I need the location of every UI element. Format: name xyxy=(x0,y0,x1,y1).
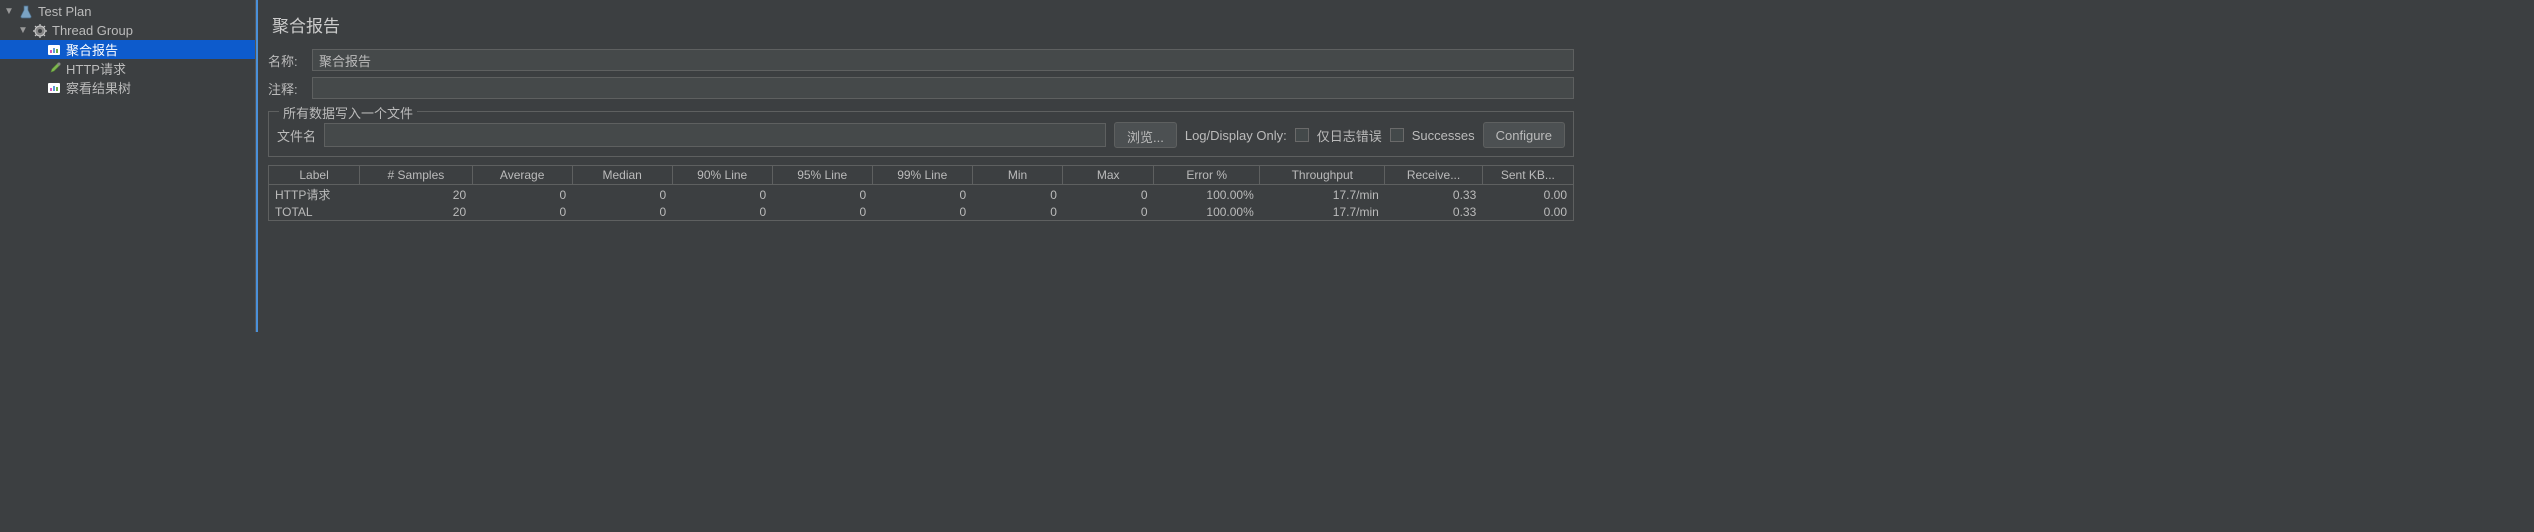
cell-median: 0 xyxy=(572,185,672,205)
table-header-row: Label # Samples Average Median 90% Line … xyxy=(269,166,1573,185)
cell-samples: 20 xyxy=(360,204,473,220)
filename-label: 文件名 xyxy=(277,126,316,145)
tree-label: Test Plan xyxy=(38,4,91,19)
configure-button[interactable]: Configure xyxy=(1483,122,1565,148)
col-sent[interactable]: Sent KB... xyxy=(1482,166,1573,185)
col-95line[interactable]: 95% Line xyxy=(772,166,872,185)
log-display-label: Log/Display Only: xyxy=(1185,128,1287,143)
cell-label: TOTAL xyxy=(269,204,360,220)
tree-node-aggregate-report[interactable]: 聚合报告 xyxy=(0,40,255,59)
name-row: 名称: xyxy=(268,49,1574,71)
cell-p90: 0 xyxy=(672,204,772,220)
cell-error: 100.00% xyxy=(1154,204,1260,220)
cell-recv: 0.33 xyxy=(1385,204,1482,220)
tree-node-results-tree[interactable]: 察看结果树 xyxy=(0,78,255,97)
tree-node-http-request[interactable]: HTTP请求 xyxy=(0,59,255,78)
browse-button[interactable]: 浏览... xyxy=(1114,122,1177,148)
tree-label: 聚合报告 xyxy=(66,40,118,59)
tree-label: HTTP请求 xyxy=(66,59,126,78)
flask-icon xyxy=(17,4,35,20)
cell-p95: 0 xyxy=(772,185,872,205)
filename-input[interactable] xyxy=(324,123,1106,147)
cell-samples: 20 xyxy=(360,185,473,205)
col-recv[interactable]: Receive... xyxy=(1385,166,1482,185)
cell-max: 0 xyxy=(1063,185,1154,205)
gear-icon xyxy=(31,23,49,39)
results-table: Label # Samples Average Median 90% Line … xyxy=(268,165,1574,221)
col-throughput[interactable]: Throughput xyxy=(1260,166,1385,185)
dropper-icon xyxy=(45,61,63,77)
cell-min: 0 xyxy=(972,185,1063,205)
col-median[interactable]: Median xyxy=(572,166,672,185)
name-label: 名称: xyxy=(268,51,312,70)
expand-arrow-icon: ▼ xyxy=(18,25,28,36)
comment-input[interactable] xyxy=(312,77,1574,99)
main-panel: 聚合报告 名称: 注释: 所有数据写入一个文件 文件名 浏览... Log/Di… xyxy=(256,0,1584,332)
cell-median: 0 xyxy=(572,204,672,220)
comment-label: 注释: xyxy=(268,79,312,98)
cell-throughput: 17.7/min xyxy=(1260,204,1385,220)
cell-p90: 0 xyxy=(672,185,772,205)
name-input[interactable] xyxy=(312,49,1574,71)
cell-error: 100.00% xyxy=(1154,185,1260,205)
cell-avg: 0 xyxy=(472,185,572,205)
cell-throughput: 17.7/min xyxy=(1260,185,1385,205)
errors-only-label[interactable]: 仅日志错误 xyxy=(1317,126,1382,145)
tree-node-test-plan[interactable]: ▼ Test Plan xyxy=(0,2,255,21)
comment-row: 注释: xyxy=(268,77,1574,99)
successes-checkbox[interactable] xyxy=(1390,128,1404,142)
col-min[interactable]: Min xyxy=(972,166,1063,185)
table-row[interactable]: TOTAL200000000100.00%17.7/min0.330.00 xyxy=(269,204,1573,220)
file-output-fieldset: 所有数据写入一个文件 文件名 浏览... Log/Display Only: 仅… xyxy=(268,111,1574,157)
col-90line[interactable]: 90% Line xyxy=(672,166,772,185)
cell-recv: 0.33 xyxy=(1385,185,1482,205)
successes-label[interactable]: Successes xyxy=(1412,128,1475,143)
panel-title: 聚合报告 xyxy=(272,12,1574,37)
cell-p99: 0 xyxy=(872,185,972,205)
cell-sent: 0.00 xyxy=(1482,204,1573,220)
col-max[interactable]: Max xyxy=(1063,166,1154,185)
cell-min: 0 xyxy=(972,204,1063,220)
report-icon xyxy=(45,42,63,58)
expand-arrow-icon: ▼ xyxy=(4,6,14,17)
cell-sent: 0.00 xyxy=(1482,185,1573,205)
tree-label: 察看结果树 xyxy=(66,78,131,97)
cell-p95: 0 xyxy=(772,204,872,220)
fieldset-legend: 所有数据写入一个文件 xyxy=(279,103,417,122)
tree-panel: ▼ Test Plan ▼ Thread Group 聚合报告 HTTP请求 察… xyxy=(0,0,256,332)
report-icon xyxy=(45,80,63,96)
col-99line[interactable]: 99% Line xyxy=(872,166,972,185)
table-row[interactable]: HTTP请求200000000100.00%17.7/min0.330.00 xyxy=(269,185,1573,205)
col-error[interactable]: Error % xyxy=(1154,166,1260,185)
col-samples[interactable]: # Samples xyxy=(360,166,473,185)
errors-only-checkbox[interactable] xyxy=(1295,128,1309,142)
tree-node-thread-group[interactable]: ▼ Thread Group xyxy=(0,21,255,40)
cell-label: HTTP请求 xyxy=(269,185,360,205)
tree-label: Thread Group xyxy=(52,23,133,38)
cell-avg: 0 xyxy=(472,204,572,220)
file-row: 文件名 浏览... Log/Display Only: 仅日志错误 Succes… xyxy=(277,122,1565,148)
col-label[interactable]: Label xyxy=(269,166,360,185)
cell-p99: 0 xyxy=(872,204,972,220)
cell-max: 0 xyxy=(1063,204,1154,220)
col-average[interactable]: Average xyxy=(472,166,572,185)
